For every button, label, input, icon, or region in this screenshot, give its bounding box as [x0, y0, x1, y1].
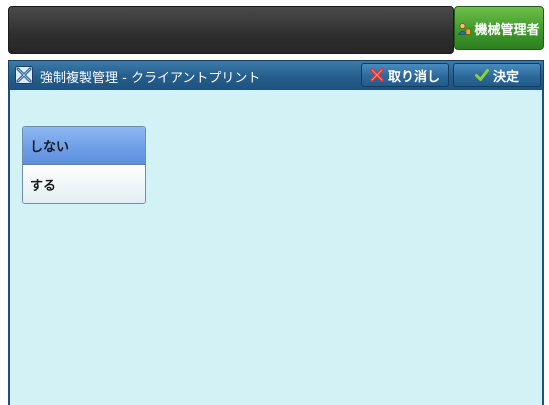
machine-admin-button[interactable]: 機械管理者: [454, 6, 544, 50]
x-mark-icon: [370, 68, 384, 82]
ok-label: 決定: [492, 69, 519, 85]
admin-user-icon: [458, 22, 472, 35]
content-area: しない する: [8, 90, 544, 405]
option-off-label: しない: [30, 140, 70, 155]
ok-button[interactable]: 決定: [453, 63, 541, 87]
machine-admin-label: 機械管理者: [474, 22, 540, 38]
option-list: しない する: [22, 126, 146, 204]
checkmark-icon: [474, 68, 489, 82]
option-off[interactable]: しない: [23, 127, 145, 165]
cancel-button[interactable]: 取り消し: [361, 63, 449, 87]
page-title: 強制複製管理 - クライアントプリント: [40, 71, 261, 86]
status-bar: [8, 6, 454, 54]
cancel-label: 取り消し: [387, 69, 440, 85]
header-bar: 強制複製管理 - クライアントプリント 取り消し 決定: [8, 60, 544, 90]
tool-icon: [15, 66, 33, 84]
option-on[interactable]: する: [23, 165, 145, 203]
option-on-label: する: [30, 178, 57, 194]
